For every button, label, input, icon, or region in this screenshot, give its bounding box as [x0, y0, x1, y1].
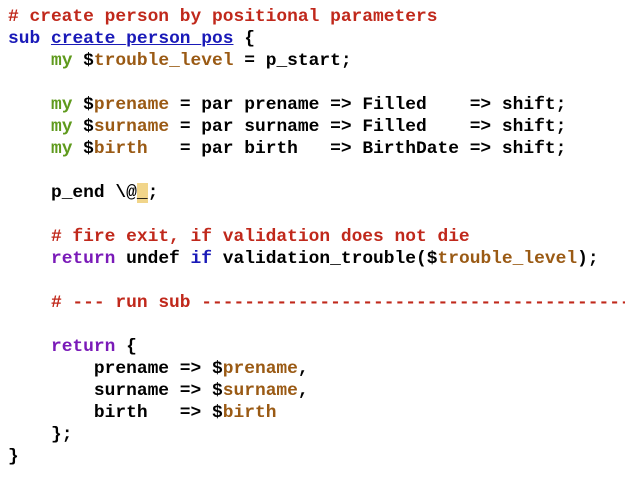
code-line-5: my $prename = par prename => Filled => s… [8, 94, 625, 116]
code-line-14: # --- run sub --------------------------… [8, 292, 625, 314]
code-line-4-blank [8, 72, 625, 94]
sigil: $ [72, 117, 94, 137]
keyword-my: my [50, 95, 73, 115]
variable-birth: birth [222, 403, 277, 423]
cursor-highlight[interactable]: _ [136, 183, 148, 203]
comment-fire-exit: # fire exit, if validation does not die [50, 227, 470, 247]
variable-surname: surname [222, 381, 298, 401]
comment-create-person: # create person by positional parameters [8, 7, 438, 27]
p-end-call: p_end \@ [50, 183, 137, 203]
code-rest: = p_start; [233, 51, 352, 71]
code-line-20: }; [8, 424, 625, 446]
code-line-21: } [8, 446, 625, 468]
comma: , [297, 359, 309, 379]
variable-birth: birth [93, 139, 148, 159]
code-line-7: my $birth = par birth => BirthDate => sh… [8, 138, 625, 160]
code-rest: = par prename => Filled => shift; [169, 95, 567, 115]
code-line-19: birth => $birth [8, 402, 625, 424]
variable-trouble-level: trouble_level [93, 51, 234, 71]
code-line-10-blank [8, 204, 625, 226]
code-line-8-blank [8, 160, 625, 182]
keyword-my: my [50, 139, 73, 159]
code-line-13-blank [8, 270, 625, 292]
code-line-16: return { [8, 336, 625, 358]
close-sub: } [8, 447, 19, 467]
sigil: $ [72, 95, 94, 115]
sigil: $ [72, 139, 94, 159]
hash-key-surname: surname => [93, 381, 212, 401]
code-line-18: surname => $surname, [8, 380, 625, 402]
code-rest: = par birth => BirthDate => shift; [147, 139, 567, 159]
code-line-17: prename => $prename, [8, 358, 625, 380]
code-line-9: p_end \@_; [8, 182, 625, 204]
sigil: $ [212, 381, 223, 401]
hash-key-prename: prename => [93, 359, 212, 379]
variable-prename: prename [222, 359, 298, 379]
code-rest: ); [577, 249, 599, 269]
comment-run-sub: # --- run sub --------------------------… [50, 293, 625, 313]
code-rest: = par surname => Filled => shift; [169, 117, 567, 137]
perl-source-code: # create person by positional parameters… [0, 0, 625, 468]
code-line-11: # fire exit, if validation does not die [8, 226, 625, 248]
sigil: $ [426, 249, 438, 269]
variable-surname: surname [93, 117, 170, 137]
close-hash: }; [50, 425, 73, 445]
variable-trouble-level: trouble_level [437, 249, 578, 269]
code-editor[interactable]: # create person by positional parameters… [0, 0, 625, 478]
code-line-6: my $surname = par surname => Filled => s… [8, 116, 625, 138]
function-name[interactable]: create_person_pos [51, 29, 234, 49]
sigil: $ [212, 403, 223, 423]
keyword-sub: sub [8, 29, 41, 49]
code-line-2: sub create_person_pos { [8, 28, 625, 50]
code-line-12: return undef if validation_trouble($trou… [8, 248, 625, 270]
variable-prename: prename [93, 95, 170, 115]
sigil: $ [212, 359, 223, 379]
undef: undef [115, 249, 191, 269]
hash-key-birth: birth => [93, 403, 212, 423]
code-line-15-blank [8, 314, 625, 336]
keyword-return: return [50, 249, 116, 269]
code-line-3: my $trouble_level = p_start; [8, 50, 625, 72]
keyword-my: my [50, 117, 73, 137]
code-line-1: # create person by positional parameters [8, 6, 625, 28]
open-brace: { [115, 337, 137, 357]
keyword-return: return [50, 337, 116, 357]
keyword-my: my [50, 51, 73, 71]
semicolon: ; [147, 183, 159, 203]
keyword-if: if [190, 249, 213, 269]
comma: , [297, 381, 309, 401]
validation-call: validation_trouble( [212, 249, 427, 269]
sigil: $ [72, 51, 94, 71]
open-brace: { [233, 29, 255, 49]
